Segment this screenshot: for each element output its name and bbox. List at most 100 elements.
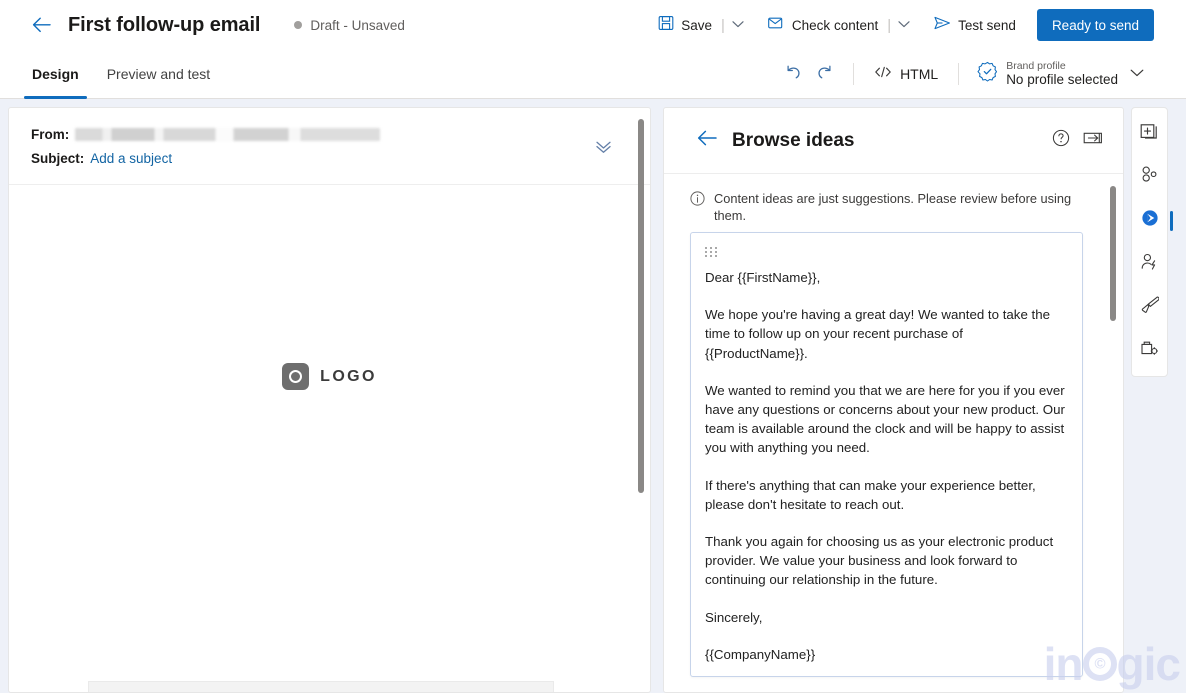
tab-design-label: Design xyxy=(32,66,79,82)
canvas-scrollbar-thumb[interactable] xyxy=(638,119,644,493)
idea-paragraph: Sincerely, xyxy=(705,609,763,625)
content-idea-text: Dear {{FirstName}}, We hope you're havin… xyxy=(705,268,1066,664)
rail-item-content-ideas[interactable] xyxy=(1133,203,1173,238)
panel-scrollbar-thumb[interactable] xyxy=(1110,186,1116,321)
watermark-text-post: gic xyxy=(1116,638,1181,690)
rail-item-brush-style[interactable] xyxy=(1133,289,1167,324)
inogic-watermark: in gic xyxy=(1043,638,1181,690)
html-button[interactable]: HTML xyxy=(866,58,946,90)
tools-divider-1 xyxy=(853,63,855,85)
save-dropdown-button[interactable] xyxy=(727,10,749,40)
panel-back-button[interactable] xyxy=(692,126,722,156)
status-text: Draft - Unsaved xyxy=(310,17,405,33)
chevron-down-icon xyxy=(732,16,744,34)
rail-item-themes[interactable] xyxy=(1133,159,1167,194)
test-send-button[interactable]: Test send xyxy=(927,9,1023,41)
layout-settings-icon xyxy=(1140,338,1159,362)
save-separator: | xyxy=(721,16,725,34)
tab-preview-and-test-label: Preview and test xyxy=(106,66,211,82)
undo-button[interactable] xyxy=(777,58,809,90)
rail-item-layout-settings[interactable] xyxy=(1133,333,1167,368)
tab-design[interactable]: Design xyxy=(24,50,87,99)
logo-placeholder-icon xyxy=(282,363,310,390)
tool-rail xyxy=(1131,107,1173,377)
idea-paragraph: If there's anything that can make your e… xyxy=(705,477,1040,512)
brand-profile-texts: Brand profile No profile selected xyxy=(1006,60,1118,88)
panel-collapse-icon xyxy=(1083,130,1103,151)
subject-row: Subject: Add a subject xyxy=(31,148,630,168)
panel-header-actions xyxy=(1045,125,1109,157)
idea-paragraph: Dear {{FirstName}}, xyxy=(705,270,821,285)
content-idea-card[interactable]: Dear {{FirstName}}, We hope you're havin… xyxy=(690,232,1083,677)
add-subject-link[interactable]: Add a subject xyxy=(90,151,172,166)
tabs-group: Design Preview and test xyxy=(24,50,230,99)
idea-paragraph: {{CompanyName}} xyxy=(705,646,816,662)
panel-notice-text: Content ideas are just suggestions. Plea… xyxy=(714,191,1072,224)
save-label: Save xyxy=(681,17,713,33)
design-tools: HTML Brand profile No profile selected xyxy=(777,50,1186,99)
check-content-button[interactable]: Check content xyxy=(761,9,885,41)
save-button[interactable]: Save xyxy=(651,9,719,41)
chevron-down-icon xyxy=(898,16,910,34)
tab-preview-and-test[interactable]: Preview and test xyxy=(99,50,219,99)
arrow-left-icon xyxy=(697,130,717,151)
personalize-person-icon xyxy=(1140,252,1159,276)
redo-arrow-icon xyxy=(816,64,834,85)
from-label: From: xyxy=(31,126,70,142)
command-actions: Save | Check content | Test send Ready t… xyxy=(651,0,1186,50)
idea-paragraph: We wanted to remind you that we are here… xyxy=(705,382,1069,456)
brand-badge-icon xyxy=(977,61,998,87)
envelope-check-icon xyxy=(768,16,785,35)
email-canvas[interactable]: From: Subject: Add a subject LOGO xyxy=(8,107,651,693)
drag-grid-icon[interactable] xyxy=(705,246,719,257)
check-content-dropdown-button[interactable] xyxy=(893,10,915,40)
arrow-left-icon xyxy=(32,17,51,33)
brand-profile-selector[interactable]: Brand profile No profile selected xyxy=(971,54,1150,94)
rail-item-personalize[interactable] xyxy=(1133,246,1167,281)
brand-profile-kicker: Brand profile xyxy=(1006,60,1066,73)
test-send-label: Test send xyxy=(958,17,1016,33)
dock-panel-button[interactable] xyxy=(1077,125,1109,157)
panel-title: Browse ideas xyxy=(732,129,855,151)
info-circle-icon xyxy=(690,190,705,211)
check-content-separator: | xyxy=(887,16,892,34)
tools-divider-2 xyxy=(958,63,960,85)
code-brackets-icon xyxy=(874,65,892,84)
page-title: First follow-up email xyxy=(68,13,261,36)
email-header: From: Subject: Add a subject xyxy=(9,108,650,180)
ready-to-send-button[interactable]: Ready to send xyxy=(1036,9,1154,41)
undo-arrow-icon xyxy=(784,64,802,85)
add-section-icon xyxy=(1140,122,1159,146)
rail-item-add-section[interactable] xyxy=(1133,116,1167,151)
canvas-scrollbar[interactable] xyxy=(638,119,644,499)
email-logo-block[interactable]: LOGO xyxy=(9,363,650,390)
brand-profile-value: No profile selected xyxy=(1006,72,1118,88)
redo-button[interactable] xyxy=(809,58,841,90)
help-button[interactable] xyxy=(1045,125,1077,157)
idea-paragraph: Thank you again for choosing us as your … xyxy=(705,534,1057,588)
logo-ring-shape xyxy=(289,370,303,383)
from-row: From: xyxy=(31,124,630,144)
expand-header-button[interactable] xyxy=(595,140,612,159)
send-paperplane-icon xyxy=(934,16,951,35)
email-body[interactable]: LOGO xyxy=(9,363,650,692)
from-value-redacted xyxy=(75,128,381,141)
themes-dots-icon xyxy=(1140,165,1159,189)
browse-ideas-panel: Browse ideas Content ideas are just sugg… xyxy=(663,107,1124,693)
brush-style-icon xyxy=(1140,295,1160,319)
chevron-down-icon xyxy=(1130,65,1144,83)
watermark-text-pre: in xyxy=(1043,638,1084,690)
check-content-label: Check content xyxy=(791,17,879,33)
panel-scrollbar[interactable] xyxy=(1110,186,1116,606)
workspace: From: Subject: Add a subject LOGO Browse… xyxy=(0,99,1186,693)
image-placeholder-block[interactable] xyxy=(88,681,554,692)
idea-paragraph: We hope you're having a great day! We wa… xyxy=(705,307,1054,361)
panel-header: Browse ideas xyxy=(664,108,1123,174)
email-header-divider xyxy=(9,184,650,185)
app-root: First follow-up email Draft - Unsaved Sa… xyxy=(0,0,1186,693)
back-button[interactable] xyxy=(24,8,58,42)
tab-bar: Design Preview and test HTML Brand profi… xyxy=(0,50,1186,99)
panel-notice: Content ideas are just suggestions. Plea… xyxy=(664,174,1123,235)
top-command-bar: First follow-up email Draft - Unsaved Sa… xyxy=(0,0,1186,50)
help-question-icon xyxy=(1052,129,1070,152)
